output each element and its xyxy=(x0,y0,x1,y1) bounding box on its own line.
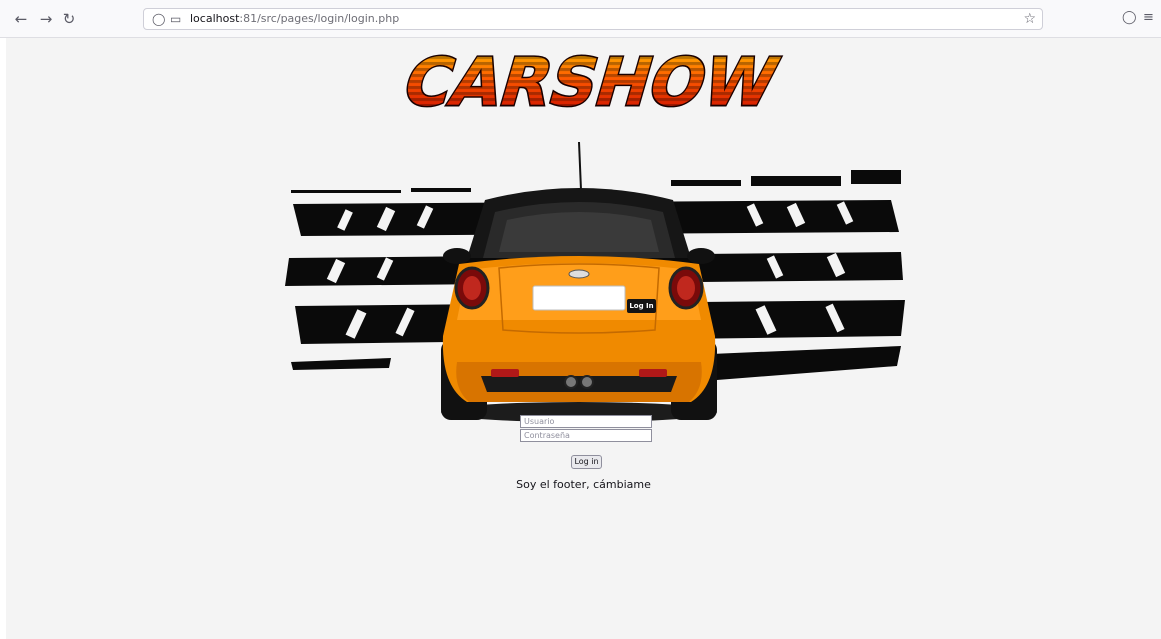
page-icon[interactable]: ▭ xyxy=(170,12,181,26)
url-text[interactable]: localhost:81/src/pages/login/login.php xyxy=(190,12,399,26)
browser-toolbar: ← → ↻ ◯ ▭ localhost:81/src/pages/login/l… xyxy=(0,0,1161,38)
car-illustration xyxy=(285,141,905,422)
password-input[interactable] xyxy=(520,429,652,442)
carshow-logo: CARSHOW CARSHOW xyxy=(393,50,788,114)
reload-icon[interactable]: ↻ xyxy=(60,10,78,28)
logo-stripes: CARSHOW xyxy=(395,50,787,114)
forward-icon[interactable]: → xyxy=(37,10,55,28)
page-footer: Soy el footer, cámbiame xyxy=(516,478,651,491)
shield-icon[interactable]: ◯ xyxy=(152,12,165,26)
bookmark-star-icon[interactable]: ☆ xyxy=(1023,11,1036,27)
url-bar[interactable]: ◯ ▭ localhost:81/src/pages/login/login.p… xyxy=(143,8,1043,30)
menu-icon[interactable]: ≡ xyxy=(1143,10,1154,26)
page-viewport: CARSHOW CARSHOW Log In Usuario Log in So… xyxy=(6,38,1161,639)
url-path: :81/src/pages/login/login.php xyxy=(239,12,400,25)
username-input[interactable] xyxy=(520,415,652,428)
pocket-icon[interactable]: ◯ xyxy=(1122,10,1137,26)
plate-login-button[interactable]: Log In xyxy=(627,299,656,313)
back-icon[interactable]: ← xyxy=(12,10,30,28)
url-host: localhost xyxy=(190,12,240,25)
login-button[interactable]: Log in xyxy=(571,455,602,469)
